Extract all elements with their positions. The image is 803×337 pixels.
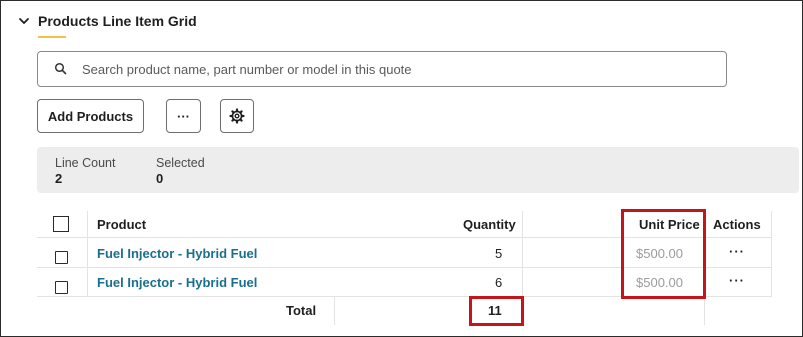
unit-price-highlight: [621, 209, 706, 299]
selected-label: Selected: [156, 156, 205, 170]
row-actions-button[interactable]: ···: [729, 273, 745, 288]
line-count: Line Count 2: [55, 156, 115, 186]
quantity-cell[interactable]: 6: [495, 275, 502, 290]
column-divider: [334, 297, 335, 325]
search-box[interactable]: [37, 51, 727, 87]
quantity-cell[interactable]: 5: [495, 246, 502, 261]
section-header: Products Line Item Grid: [16, 11, 197, 31]
line-count-value: 2: [55, 171, 63, 186]
column-header-product[interactable]: Product: [97, 217, 146, 232]
gear-icon: [229, 108, 245, 124]
column-header-actions: Actions: [713, 217, 761, 232]
more-actions-button[interactable]: ···: [166, 99, 201, 133]
title-underline: [38, 36, 66, 38]
settings-button[interactable]: [220, 99, 254, 133]
column-divider: [87, 211, 88, 297]
select-all-checkbox[interactable]: [53, 216, 69, 232]
column-divider: [522, 211, 523, 297]
selected-value: 0: [156, 171, 164, 186]
line-count-label: Line Count: [55, 156, 116, 170]
summary-bar: Line Count 2 Selected 0: [37, 147, 799, 193]
product-link[interactable]: Fuel Injector - Hybrid Fuel: [97, 275, 257, 290]
section-title: Products Line Item Grid: [38, 13, 197, 29]
total-label: Total: [286, 303, 317, 318]
column-divider: [704, 297, 705, 325]
row-checkbox[interactable]: [55, 251, 68, 264]
more-icon: ···: [177, 108, 190, 124]
search-icon: [54, 62, 68, 76]
chevron-down-icon[interactable]: [16, 13, 32, 29]
row-checkbox[interactable]: [55, 281, 68, 294]
column-divider: [771, 211, 772, 297]
product-link[interactable]: Fuel Injector - Hybrid Fuel: [97, 246, 257, 261]
column-header-quantity[interactable]: Quantity: [463, 217, 516, 232]
row-actions-button[interactable]: ···: [729, 244, 745, 259]
add-products-button[interactable]: Add Products: [37, 99, 144, 133]
total-quantity-highlight: [469, 296, 524, 326]
search-input[interactable]: [82, 61, 702, 77]
selected-count: Selected 0: [156, 156, 205, 186]
